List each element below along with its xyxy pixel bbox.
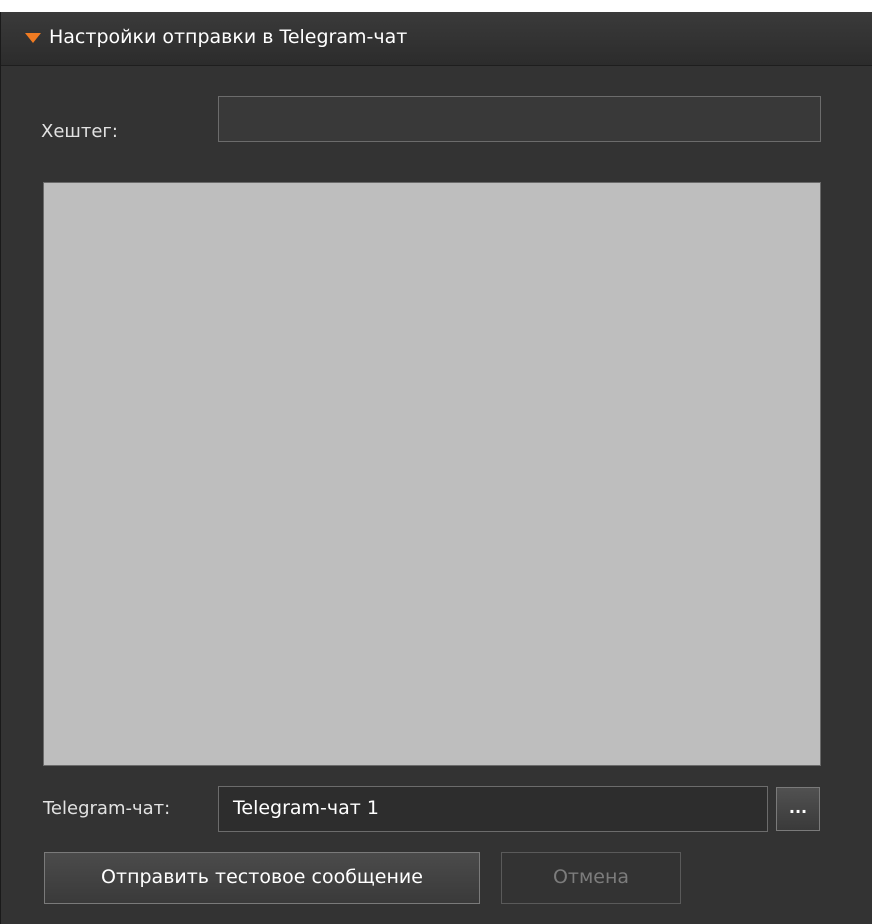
top-strip (0, 0, 872, 12)
message-preview-area[interactable] (43, 182, 821, 766)
telegram-chat-value: Telegram-чат 1 (233, 797, 379, 819)
section-title: Настройки отправки в Telegram-чат (49, 26, 408, 48)
hashtag-label: Хештег: (41, 121, 118, 142)
collapse-arrow-icon[interactable] (25, 33, 41, 43)
hashtag-input[interactable] (218, 96, 821, 142)
telegram-chat-field[interactable]: Telegram-чат 1 (218, 786, 768, 832)
section-header[interactable]: Настройки отправки в Telegram-чат (1, 12, 872, 66)
cancel-button[interactable]: Отмена (501, 852, 681, 904)
send-test-message-button[interactable]: Отправить тестовое сообщение (44, 852, 480, 904)
browse-chat-button[interactable]: ... (776, 787, 820, 831)
telegram-chat-label: Telegram-чат: (43, 798, 171, 819)
telegram-settings-panel: Настройки отправки в Telegram-чат Хештег… (0, 12, 872, 924)
